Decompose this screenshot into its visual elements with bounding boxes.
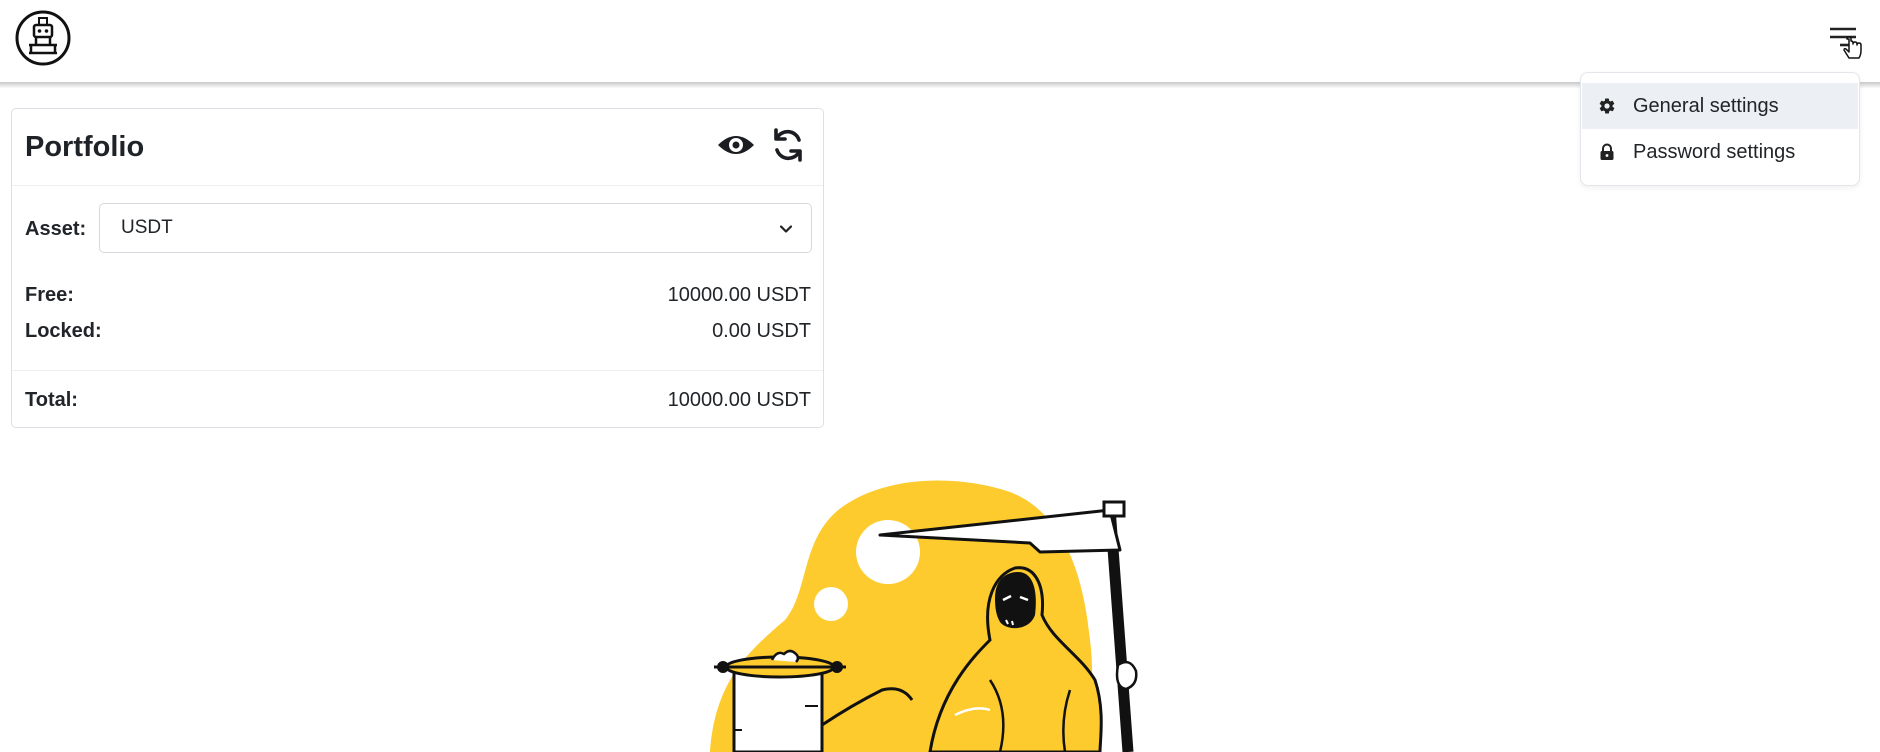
- free-value: 10000.00 USDT: [667, 284, 811, 306]
- portfolio-card: Portfolio Asset: USDT Free: 10000.00 USD…: [11, 108, 824, 428]
- menu-item-general-settings[interactable]: General settings: [1582, 83, 1858, 129]
- menu-item-password-settings[interactable]: Password settings: [1582, 129, 1858, 175]
- card-divider: [12, 185, 823, 186]
- total-label: Total:: [25, 389, 78, 411]
- eye-icon[interactable]: [716, 125, 756, 165]
- grim-reaper-illustration: [690, 480, 1210, 752]
- asset-label: Asset:: [25, 218, 87, 240]
- menu-item-label: General settings: [1633, 94, 1779, 117]
- lock-icon: [1597, 142, 1617, 162]
- total-value: 10000.00 USDT: [667, 389, 811, 411]
- settings-dropdown-menu: General settings Password settings: [1580, 72, 1860, 186]
- locked-value: 0.00 USDT: [712, 320, 811, 342]
- refresh-icon[interactable]: [768, 125, 808, 165]
- menu-lines-icon[interactable]: [1826, 22, 1866, 62]
- robot-logo-icon[interactable]: [14, 9, 72, 67]
- asset-select[interactable]: USDT: [99, 203, 812, 253]
- card-divider: [12, 370, 823, 371]
- menu-item-label: Password settings: [1633, 140, 1796, 163]
- chevron-down-icon: [777, 220, 795, 238]
- locked-label: Locked:: [25, 320, 102, 342]
- free-label: Free:: [25, 284, 74, 306]
- portfolio-title: Portfolio: [25, 131, 145, 163]
- asset-select-value: USDT: [121, 217, 173, 238]
- gear-icon: [1597, 96, 1617, 116]
